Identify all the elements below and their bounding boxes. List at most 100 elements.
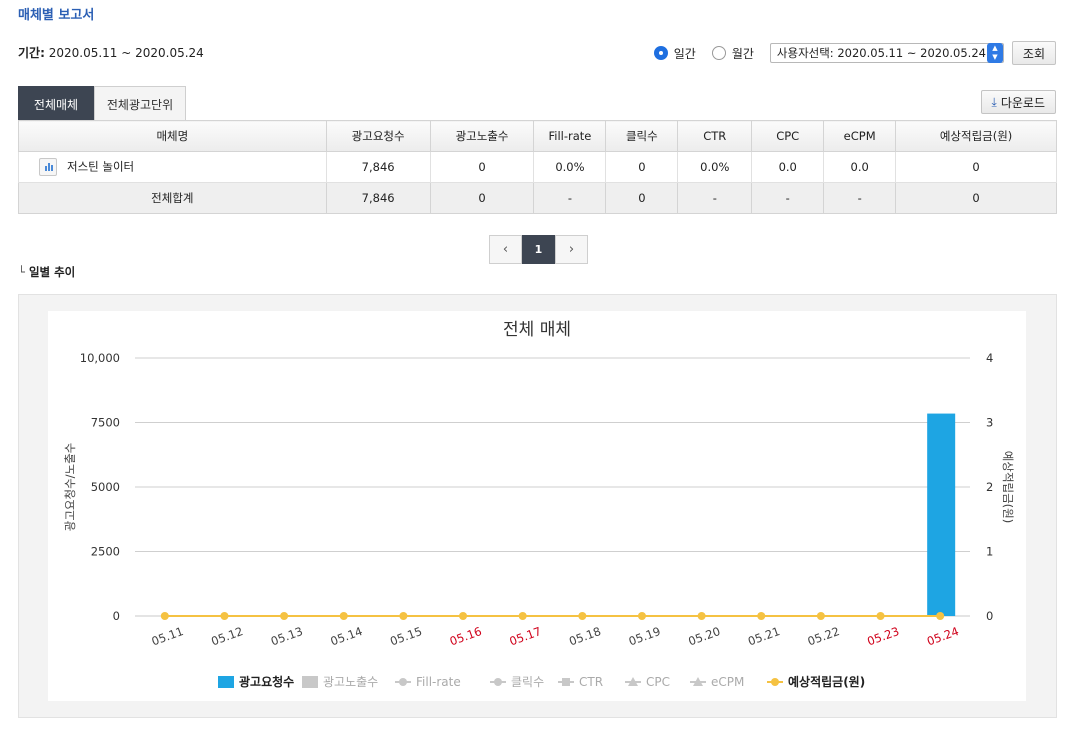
daily-radio-label: 일간: [673, 46, 696, 61]
table-cell: 0.0: [823, 151, 897, 183]
x-tick-label: 05.13: [269, 624, 305, 648]
legend-label: CTR: [579, 675, 603, 689]
x-tick-label: 05.16: [448, 624, 484, 648]
section-label-text: 일별 추이: [28, 265, 76, 279]
legend-swatch-marker: [562, 678, 570, 686]
bar-ad-requests: [927, 413, 956, 616]
report-table: 매체명 광고요청수 광고노출수 Fill-rate 클릭수 CTR CPC eC…: [18, 120, 1057, 214]
legend-swatch-marker: [771, 678, 779, 686]
x-tick-label: 05.12: [209, 624, 245, 648]
table-cell: 0: [605, 151, 679, 183]
table-cell: 0: [429, 182, 535, 214]
table-cell: 7,846: [325, 151, 431, 183]
table-cell: -: [533, 182, 607, 214]
x-tick-label: 05.23: [865, 624, 901, 648]
col-header[interactable]: eCPM: [823, 120, 897, 152]
legend-label: 광고요청수: [239, 674, 294, 689]
y2-tick-label: 3: [986, 416, 993, 430]
total-label-cell: 전체합계: [18, 182, 327, 214]
y2-tick-label: 2: [986, 480, 993, 494]
col-header[interactable]: 예상적립금(원): [895, 120, 1057, 152]
x-tick-label: 05.18: [567, 624, 603, 648]
x-tick-label: 05.20: [686, 624, 722, 648]
media-name-cell: 저스틴 놀이터: [18, 151, 327, 183]
corner-bullet-icon: └: [18, 265, 25, 279]
table-cell: 0.0%: [677, 151, 753, 183]
y2-tick-label: 1: [986, 545, 993, 559]
col-header[interactable]: 광고노출수: [429, 120, 535, 152]
page-1-button[interactable]: 1: [522, 235, 555, 264]
line-point-expected-earnings: [816, 612, 825, 620]
prev-page-button[interactable]: ‹: [489, 235, 522, 264]
col-header[interactable]: 광고요청수: [325, 120, 431, 152]
table-row: 저스틴 놀이터 7,846 0 0.0% 0 0.0% 0.0 0.0 0: [18, 151, 1057, 183]
pagination: ‹ 1 ›: [489, 235, 588, 264]
x-tick-label: 05.15: [388, 624, 424, 648]
line-point-expected-earnings: [220, 612, 229, 620]
line-point-expected-earnings: [160, 612, 169, 620]
legend-label: 광고노출수: [323, 675, 378, 689]
table-cell: 0: [429, 151, 535, 183]
chart-title: 전체 매체: [503, 320, 571, 340]
col-header[interactable]: Fill-rate: [533, 120, 607, 152]
chart-container: 전체 매체 0 2500 5000 7500 10,000 0 1 2 3 4 광고요청수/노출수 예상…: [18, 294, 1057, 718]
table-cell: -: [751, 182, 825, 214]
legend-swatch-marker: [399, 678, 407, 686]
col-header[interactable]: 클릭수: [605, 120, 679, 152]
period-value: 2020.05.11 ~ 2020.05.24: [48, 46, 204, 60]
col-header[interactable]: 매체명: [18, 120, 327, 152]
line-point-expected-earnings: [339, 612, 348, 620]
daily-trend-chart: 전체 매체025005000750010,00001234광고요청수/노출수 예상…: [63, 320, 1015, 689]
daily-radio[interactable]: [653, 46, 668, 60]
legend-swatch-marker: [494, 678, 502, 686]
table-cell: 0: [895, 182, 1057, 214]
x-tick-label: 05.19: [627, 624, 663, 648]
monthly-radio-option[interactable]: 월간: [711, 45, 754, 62]
daily-radio-option[interactable]: 일간: [653, 45, 696, 62]
col-header[interactable]: CTR: [677, 120, 753, 152]
legend-label: 예상적립금(원): [788, 674, 865, 689]
col-header[interactable]: CPC: [751, 120, 825, 152]
download-icon: ⤓: [991, 94, 997, 109]
line-point-expected-earnings: [578, 612, 587, 620]
y-tick-label: 7500: [91, 416, 120, 430]
legend-swatch: [218, 676, 234, 688]
search-button[interactable]: 조회: [1011, 41, 1056, 65]
table-header-row: 매체명 광고요청수 광고노출수 Fill-rate 클릭수 CTR CPC eC…: [18, 120, 1057, 152]
media-name: 저스틴 놀이터: [67, 159, 135, 174]
tab-bar: 전체매체 전체광고단위: [18, 86, 186, 121]
table-cell: 0: [895, 151, 1057, 183]
y-tick-label: 0: [113, 609, 120, 623]
legend-label: Fill-rate: [416, 675, 461, 689]
report-controls: 일간 월간 사용자선택: 2020.05.11 ~ 2020.05.24 ▲ ▼ …: [653, 40, 1056, 66]
line-point-expected-earnings: [459, 612, 468, 620]
legend-swatch: [302, 676, 318, 688]
y-axis-title: 광고요청수/노출수: [63, 443, 77, 532]
monthly-radio-label: 월간: [731, 46, 754, 61]
x-tick-label: 05.22: [806, 624, 842, 648]
y-tick-label: 10,000: [80, 351, 120, 365]
download-button[interactable]: ⤓ 다운로드: [980, 90, 1056, 114]
bar-chart-icon[interactable]: [39, 158, 57, 176]
table-cell: -: [823, 182, 897, 214]
next-page-button[interactable]: ›: [555, 235, 588, 264]
period-label: 기간:: [18, 46, 45, 60]
monthly-radio[interactable]: [711, 46, 726, 60]
line-point-expected-earnings: [637, 612, 646, 620]
line-point-expected-earnings: [399, 612, 408, 620]
tab-all-ad-units[interactable]: 전체광고단위: [94, 86, 186, 121]
y2-tick-label: 0: [986, 609, 993, 623]
y-tick-label: 5000: [91, 480, 120, 494]
select-arrows-icon: ▲ ▼: [986, 43, 1003, 63]
line-point-expected-earnings: [280, 612, 289, 620]
table-cell: -: [677, 182, 753, 214]
line-point-expected-earnings: [876, 612, 885, 620]
table-cell: 0.0%: [533, 151, 607, 183]
page-title: 매체별 보고서: [18, 8, 95, 23]
tab-all-media[interactable]: 전체매체: [18, 86, 94, 121]
date-range-select[interactable]: 사용자선택: 2020.05.11 ~ 2020.05.24 ▲ ▼: [769, 43, 1004, 63]
line-point-expected-earnings: [697, 612, 706, 620]
line-point-expected-earnings: [936, 612, 945, 620]
x-tick-label: 05.24: [925, 624, 961, 648]
section-label: └ 일별 추이: [18, 264, 75, 280]
